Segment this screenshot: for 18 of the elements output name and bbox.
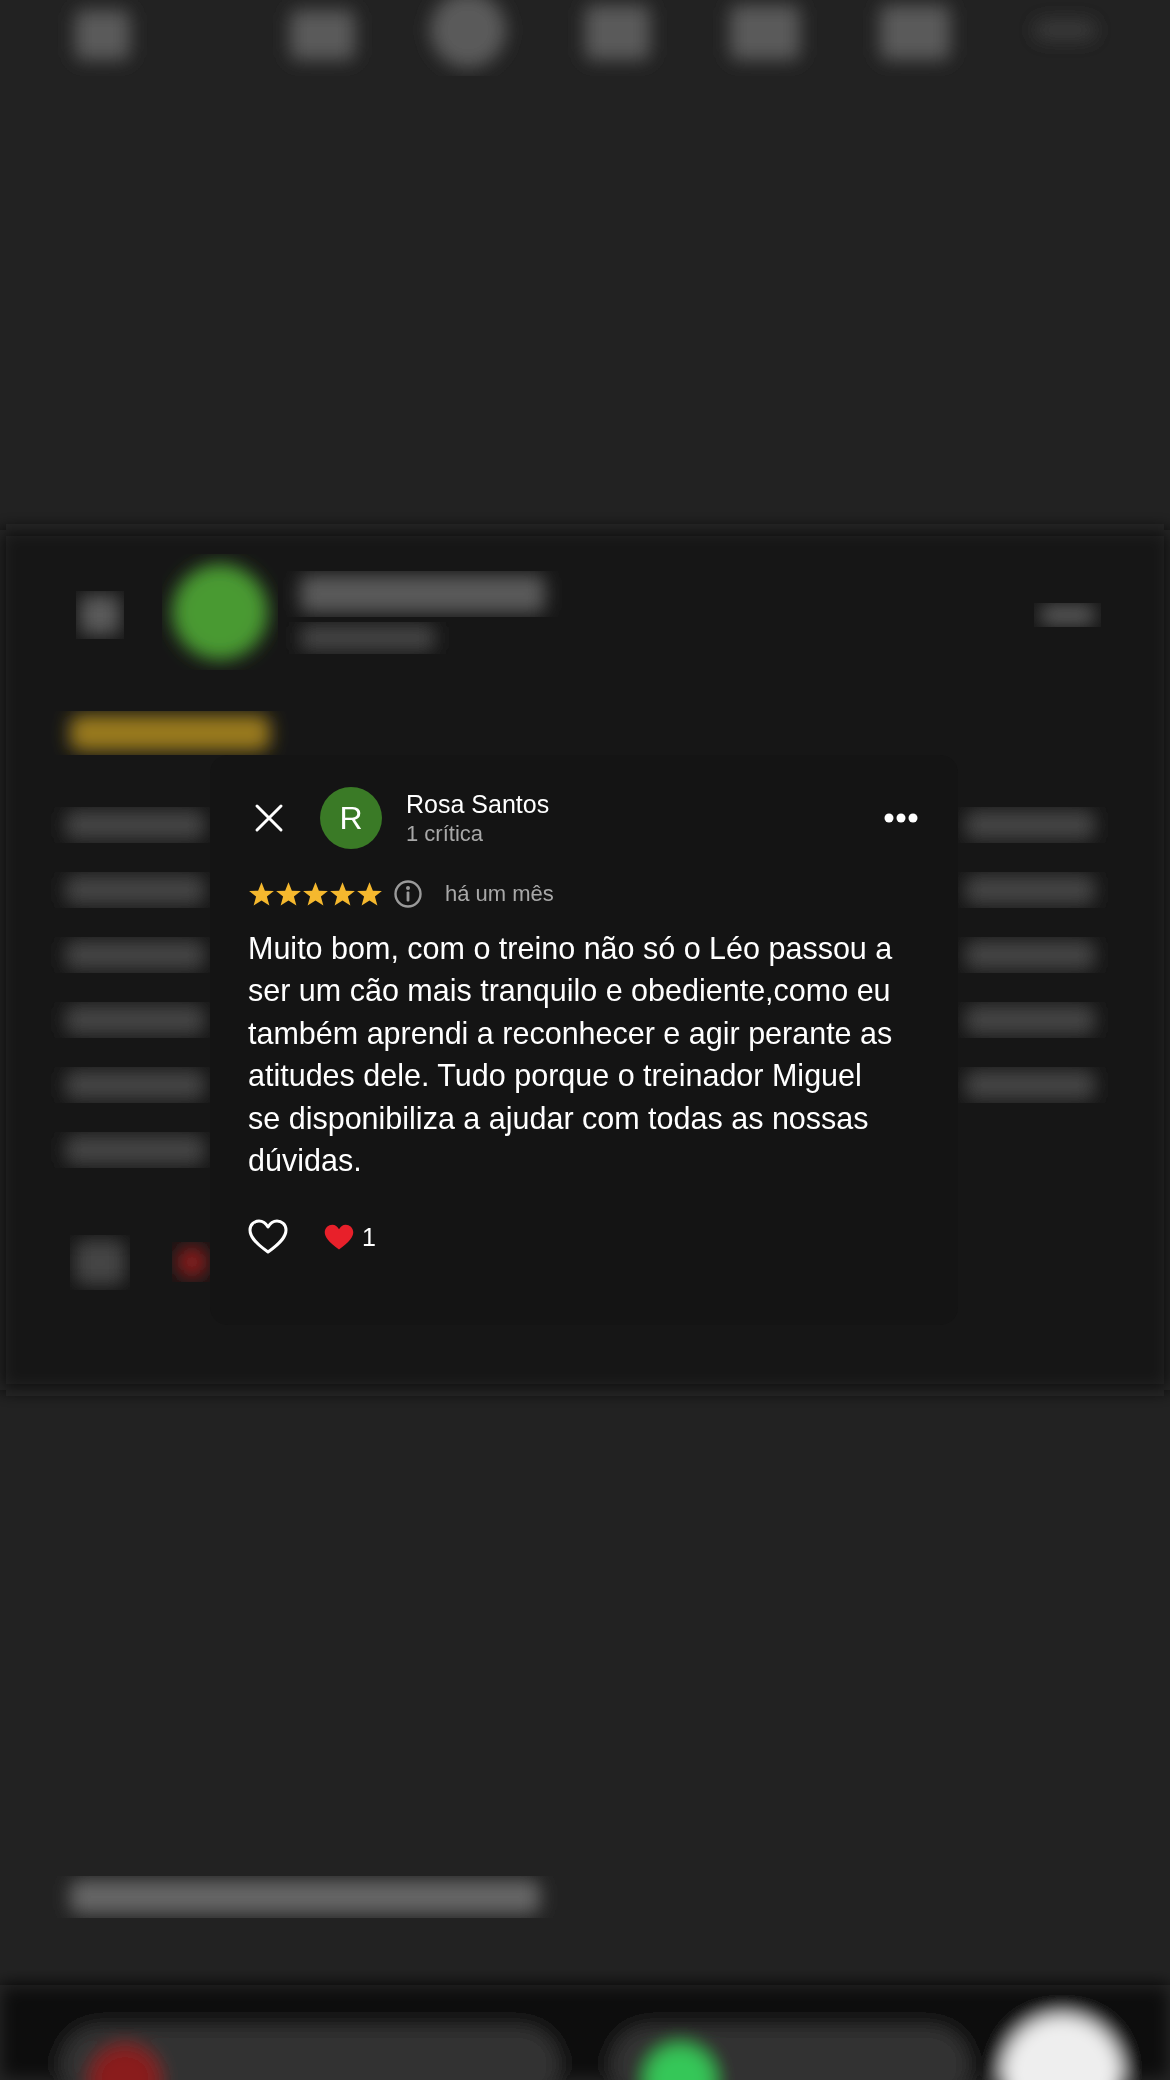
reaction-badge[interactable]: 1 bbox=[324, 1222, 376, 1252]
reviewer-name: Rosa Santos bbox=[406, 788, 551, 820]
review-text: Muito bom, com o treino não só o Léo passou a ser um cão mais tranquilo e obediente,como eu também aprendi a reconhecer e agir perante as atitudes dele. Tudo porque o treinador Miguel se disponibiliza a ajudar com todas as nossas dúvidas. bbox=[248, 930, 894, 1180]
heart-icon bbox=[324, 1223, 354, 1251]
star-icon bbox=[248, 881, 275, 907]
star-icon bbox=[275, 881, 302, 907]
review-date: há um mês bbox=[445, 881, 554, 907]
more-icon bbox=[884, 813, 918, 823]
reaction-count: 1 bbox=[362, 1222, 376, 1252]
info-icon[interactable] bbox=[393, 879, 423, 909]
review-count: 1 crítica bbox=[406, 819, 485, 848]
star-icon bbox=[356, 881, 383, 907]
heart-icon bbox=[248, 1219, 288, 1256]
star-icon bbox=[302, 881, 329, 907]
close-icon bbox=[254, 803, 284, 833]
like-button[interactable] bbox=[248, 1219, 288, 1256]
avatar: R bbox=[320, 787, 382, 849]
star-icon bbox=[329, 881, 356, 907]
